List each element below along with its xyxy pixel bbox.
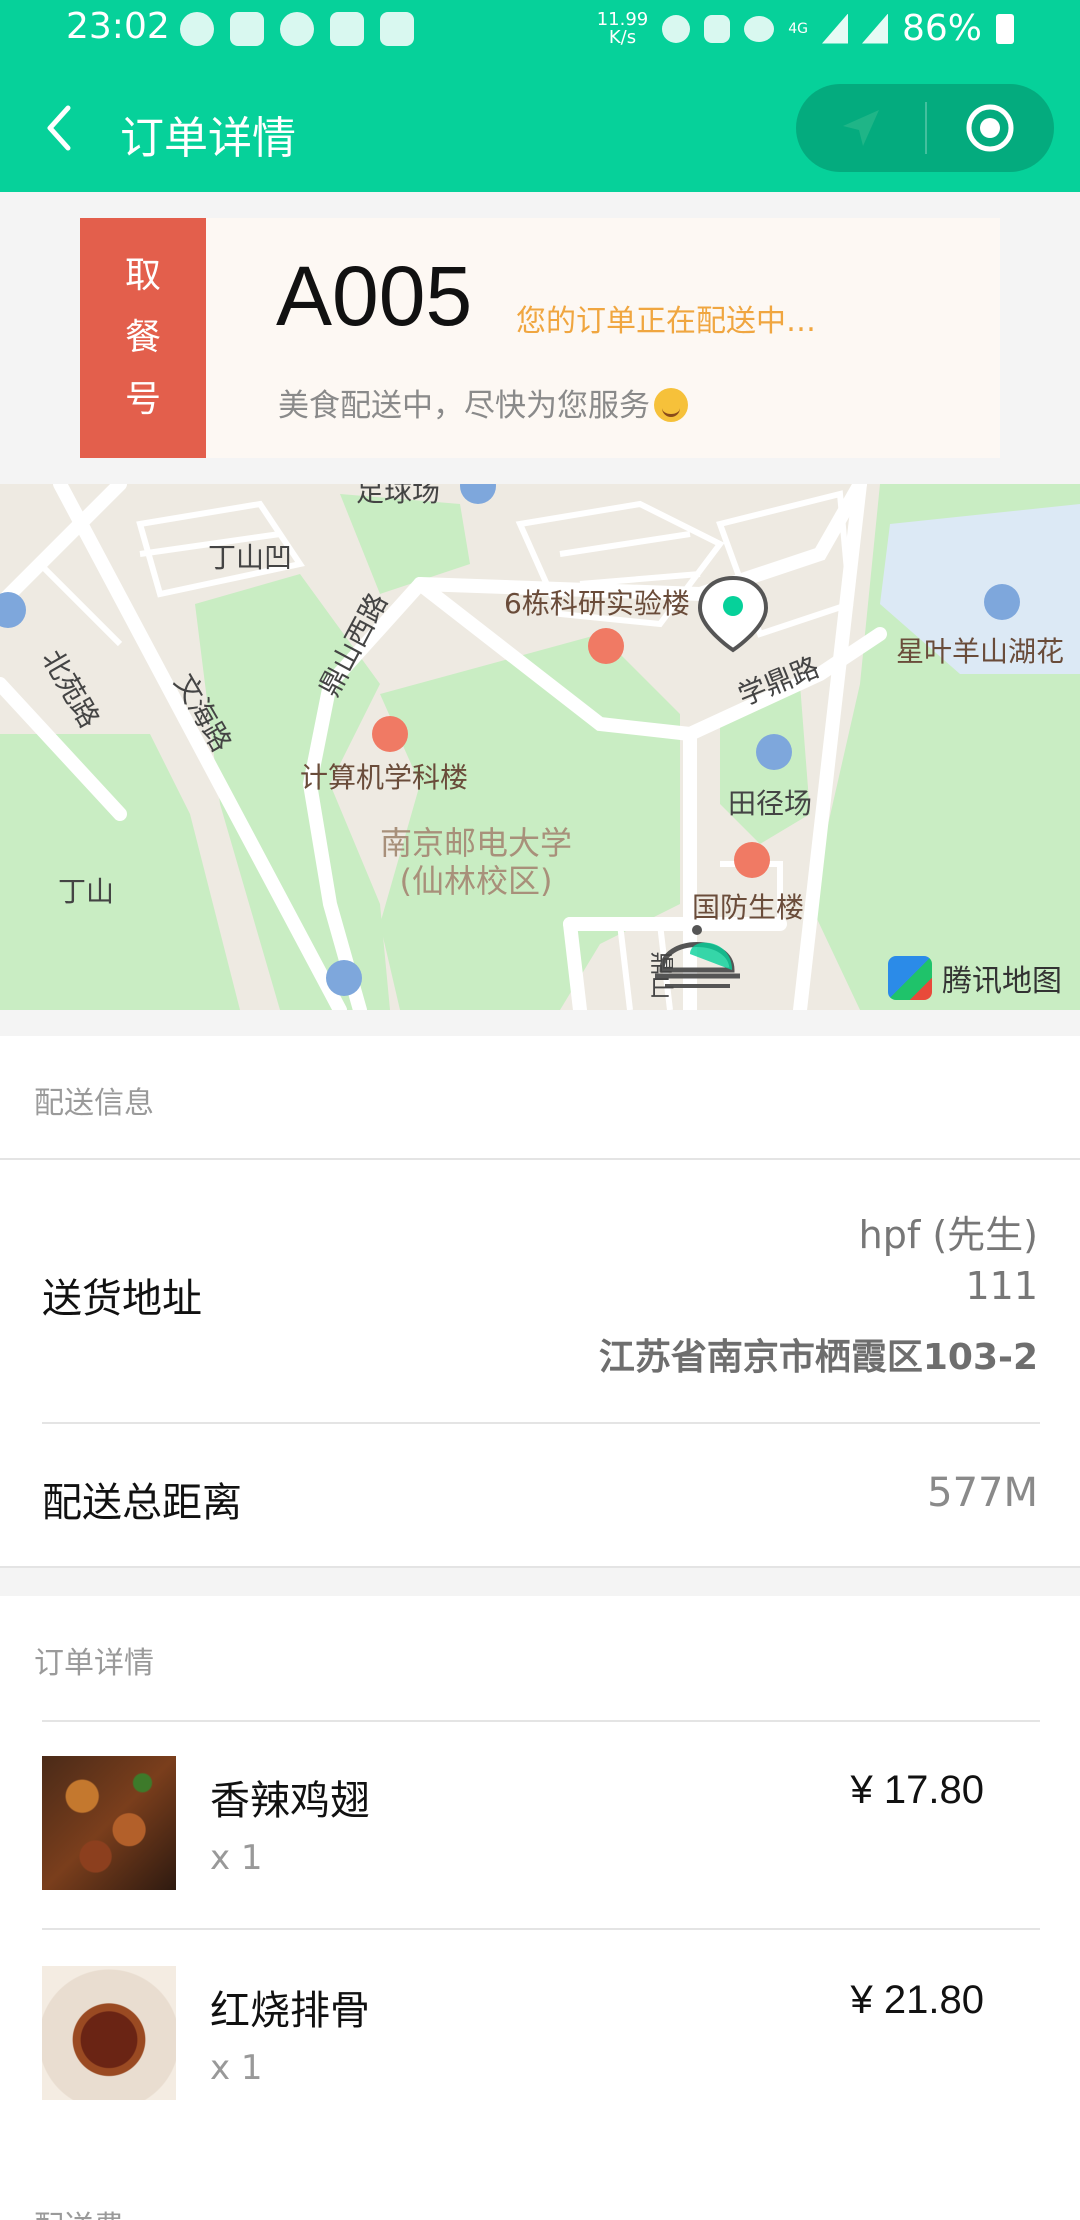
- food-image: [42, 1756, 176, 1890]
- battery-icon: [996, 13, 1014, 44]
- section-title-partial: 配送费: [34, 2202, 124, 2220]
- pickup-section: 取 餐 号 A005 您的订单正在配送中… 美食配送中，尽快为您服务: [0, 192, 1080, 484]
- map-label: 星叶羊山湖花: [896, 635, 1065, 668]
- poi-building-icon: [734, 842, 770, 878]
- signal-icon-2: [861, 13, 888, 44]
- back-chevron-icon[interactable]: [38, 102, 82, 154]
- capsule-divider: [925, 102, 927, 154]
- pickup-message: 美食配送中，尽快为您服务: [278, 380, 688, 425]
- location-arrow-icon[interactable]: [796, 84, 925, 172]
- smile-emoji-icon: [654, 388, 688, 422]
- pickup-tag-char: 餐: [124, 317, 161, 358]
- top-bar: 23:02 11.99 K/s 4G 86% 订单详情: [0, 0, 1080, 192]
- order-status: 您的订单正在配送中…: [516, 304, 816, 339]
- target-circle-icon[interactable]: [925, 84, 1054, 172]
- mute-icon: [704, 14, 731, 43]
- status-time: 23:02: [66, 6, 170, 47]
- pickup-tag: 取 餐 号: [80, 218, 206, 458]
- food-name: 红烧排骨: [210, 1988, 370, 2034]
- poi-bus-icon: [326, 960, 362, 996]
- send-icon: [380, 12, 414, 46]
- delivery-info-header: 配送信息: [0, 1036, 1080, 1160]
- network-type: 4G: [788, 20, 808, 37]
- map-label: 国防生楼: [692, 891, 805, 924]
- page-title: 订单详情: [120, 113, 296, 164]
- pickup-tag-char: 取: [124, 255, 161, 296]
- address-label: 送货地址: [42, 1276, 202, 1322]
- section-title: 订单详情: [34, 1646, 154, 1681]
- poi-stadium-icon: [756, 734, 792, 770]
- divider: [42, 1422, 1040, 1424]
- map-label: 足球场: [356, 484, 441, 508]
- net-speed: 11.99 K/s: [596, 8, 649, 48]
- order-details-header: 订单详情: [0, 1596, 1080, 1720]
- delivery-map[interactable]: 足球场 丁山凹 6栋科研实验楼 星叶羊山湖花 北苑路 文海路 鼎山西路 学鼎路 …: [0, 484, 1080, 1010]
- key-icon: [330, 12, 364, 46]
- alarm-icon: [662, 14, 691, 43]
- pickup-number: A005: [276, 249, 473, 343]
- poi-home-icon: [984, 584, 1020, 620]
- divider: [0, 1566, 1080, 1568]
- status-bar: 23:02 11.99 K/s 4G 86%: [0, 0, 1080, 64]
- distance-value: 577M: [927, 1470, 1038, 1516]
- map-label: 田径场: [728, 787, 813, 820]
- wifi-icon: [744, 15, 775, 42]
- map-label: 丁山凹: [208, 541, 293, 574]
- map-label: 丁山: [58, 875, 115, 908]
- gallery-icon: [230, 12, 264, 46]
- status-right: 11.99 K/s 4G 86%: [597, 8, 1014, 49]
- signal-icon: [821, 13, 848, 44]
- food-name: 香辣鸡翅: [210, 1778, 370, 1824]
- divider: [42, 1928, 1040, 1930]
- map-label: 6栋科研实验楼: [504, 587, 690, 620]
- delivery-info-body: 送货地址 hpf (先生) 111 江苏省南京市栖霞区103-2 配送总距离 5…: [0, 1160, 1080, 1566]
- food-price: ¥ 17.80: [850, 1768, 984, 1812]
- food-quantity: x 1: [210, 1838, 263, 1878]
- capsule-menu: [796, 84, 1054, 172]
- food-image: [42, 1966, 176, 2100]
- distance-label: 配送总距离: [42, 1480, 242, 1526]
- poi-building-icon: [372, 716, 408, 752]
- poi-building-icon: [588, 628, 624, 664]
- section-title: 配送信息: [34, 1086, 154, 1121]
- order-items: 香辣鸡翅 x 1 ¥ 17.80 红烧排骨 x 1 ¥ 21.80 配送费: [0, 1720, 1080, 2220]
- battery-percent: 86%: [901, 8, 982, 49]
- recipient-phone: 111: [965, 1264, 1038, 1308]
- map-label: 计算机学科楼: [300, 761, 469, 794]
- delivery-address: 江苏省南京市栖霞区103-2: [598, 1337, 1038, 1378]
- map-brand: 腾讯地图: [888, 956, 1062, 1000]
- app-notification-icon: [180, 12, 214, 46]
- map-label-university: 南京邮电大学 (仙林校区): [380, 824, 573, 900]
- food-quantity: x 1: [210, 2048, 263, 2088]
- divider: [42, 1720, 1040, 1722]
- wechat-icon: [280, 12, 314, 46]
- tencent-map-logo-icon: [888, 956, 932, 1000]
- map-canvas: [0, 484, 1080, 1010]
- recipient-name: hpf (先生): [858, 1213, 1038, 1257]
- notification-icons: [180, 12, 414, 46]
- map-label: 鼎山: [647, 951, 676, 1000]
- pickup-tag-char: 号: [124, 379, 161, 420]
- pickup-card: 取 餐 号 A005 您的订单正在配送中… 美食配送中，尽快为您服务: [80, 218, 1000, 458]
- navigation-bar: 订单详情: [0, 64, 1080, 192]
- food-price: ¥ 21.80: [850, 1978, 984, 2022]
